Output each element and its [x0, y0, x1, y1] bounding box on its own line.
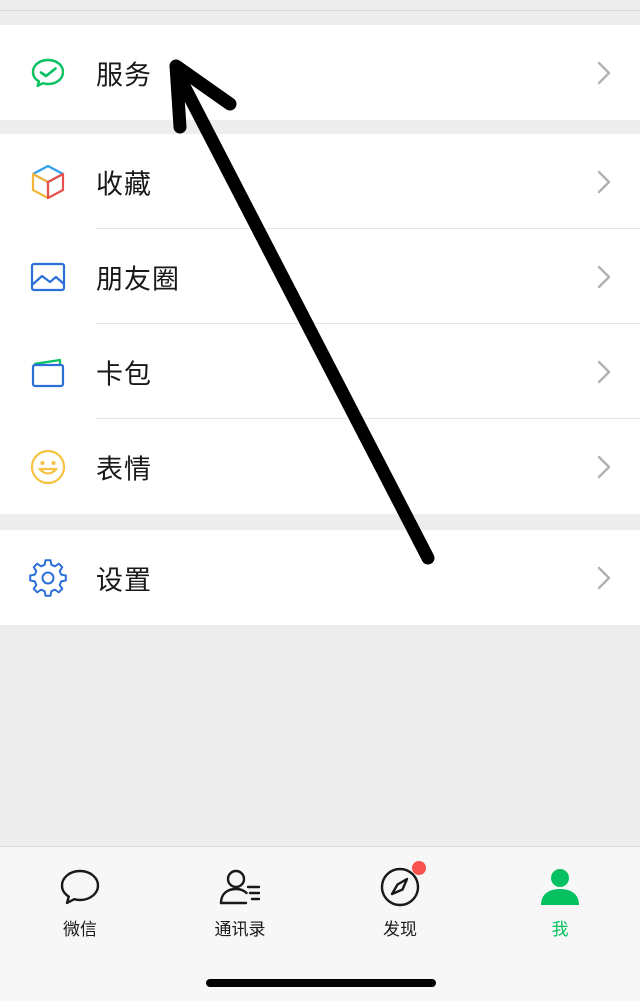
menu-group-settings: 设置	[0, 530, 640, 625]
menu-item-label: 收藏	[96, 169, 152, 200]
menu-item-favorites[interactable]: 收藏	[0, 134, 640, 229]
chevron-right-icon	[597, 455, 611, 478]
person-icon	[538, 865, 582, 909]
compass-icon	[378, 861, 426, 909]
home-indicator[interactable]	[206, 979, 436, 987]
chevron-right-icon	[597, 265, 611, 288]
cube-icon	[28, 162, 68, 202]
chat-bubble-icon	[58, 865, 102, 909]
tab-discover[interactable]: 发现	[350, 861, 450, 945]
chevron-right-icon	[597, 170, 611, 193]
menu-group-main: 收藏 朋友圈 卡包 表情	[0, 134, 640, 514]
tab-label: 我	[551, 920, 569, 940]
menu-group-services: 服务	[0, 25, 640, 120]
chevron-right-icon	[597, 566, 611, 589]
menu-item-moments[interactable]: 朋友圈	[0, 229, 640, 324]
menu-item-services[interactable]: 服务	[0, 25, 640, 120]
menu-item-settings[interactable]: 设置	[0, 530, 640, 625]
menu-item-label: 朋友圈	[96, 264, 180, 295]
menu-item-label: 设置	[96, 565, 152, 596]
tab-chats[interactable]: 微信	[30, 865, 130, 945]
tab-label: 微信	[63, 920, 97, 940]
gear-icon	[28, 558, 68, 598]
menu-item-label: 卡包	[96, 359, 152, 390]
menu-item-label: 服务	[96, 60, 152, 91]
chevron-right-icon	[597, 360, 611, 383]
wechat-pay-icon	[28, 53, 68, 93]
image-icon	[28, 257, 68, 297]
smiley-icon	[28, 447, 68, 487]
tab-label: 通讯录	[214, 920, 266, 940]
tab-me[interactable]: 我	[510, 865, 610, 945]
contacts-icon	[218, 865, 262, 909]
tab-label: 发现	[383, 920, 417, 940]
menu-item-stickers[interactable]: 表情	[0, 419, 640, 514]
bottom-tab-bar: 微信 通讯录 发现 我	[0, 846, 640, 1001]
menu-item-cards[interactable]: 卡包	[0, 324, 640, 419]
notification-badge	[412, 861, 426, 875]
menu-item-label: 表情	[96, 454, 152, 485]
chevron-right-icon	[597, 61, 611, 84]
top-separator	[0, 0, 640, 24]
tab-contacts[interactable]: 通讯录	[190, 865, 290, 945]
card-wallet-icon	[28, 352, 68, 392]
